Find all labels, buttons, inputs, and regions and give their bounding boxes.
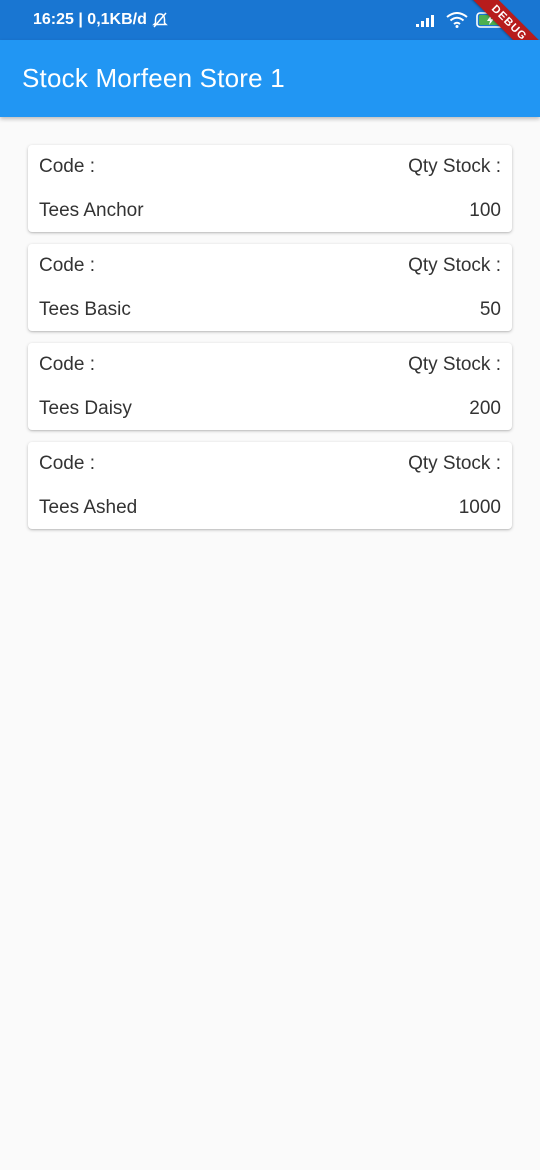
wifi-icon	[446, 12, 468, 28]
item-qty: 50	[479, 299, 501, 320]
item-qty: 200	[469, 398, 501, 419]
item-name: Tees Daisy	[39, 398, 132, 419]
status-time: 16:25 | 0,1KB/d	[33, 11, 147, 28]
code-label: Code :	[39, 453, 95, 474]
stock-card[interactable]: Code : Qty Stock : Tees Ashed 1000	[28, 442, 512, 529]
item-name: Tees Anchor	[39, 200, 144, 221]
item-name: Tees Ashed	[39, 497, 138, 518]
item-qty: 1000	[458, 497, 501, 518]
app-bar: Stock Morfeen Store 1	[0, 40, 540, 117]
qty-label: Qty Stock :	[408, 354, 501, 375]
code-label: Code :	[39, 354, 95, 375]
qty-label: Qty Stock :	[408, 453, 501, 474]
stock-list: Code : Qty Stock : Tees Anchor 100 Code …	[28, 145, 512, 541]
status-bar: 16:25 | 0,1KB/d DEBUG	[0, 0, 540, 40]
item-name: Tees Basic	[39, 299, 131, 320]
status-left: 16:25 | 0,1KB/d	[33, 11, 169, 29]
stock-card[interactable]: Code : Qty Stock : Tees Anchor 100	[28, 145, 512, 232]
stock-card[interactable]: Code : Qty Stock : Tees Daisy 200	[28, 343, 512, 430]
item-qty: 100	[469, 200, 501, 221]
qty-label: Qty Stock :	[408, 156, 501, 177]
alarm-off-icon	[151, 11, 169, 29]
code-label: Code :	[39, 156, 95, 177]
stock-card[interactable]: Code : Qty Stock : Tees Basic 50	[28, 244, 512, 331]
code-label: Code :	[39, 255, 95, 276]
qty-label: Qty Stock :	[408, 255, 501, 276]
signal-icon	[416, 13, 438, 27]
page-title: Stock Morfeen Store 1	[22, 63, 285, 93]
